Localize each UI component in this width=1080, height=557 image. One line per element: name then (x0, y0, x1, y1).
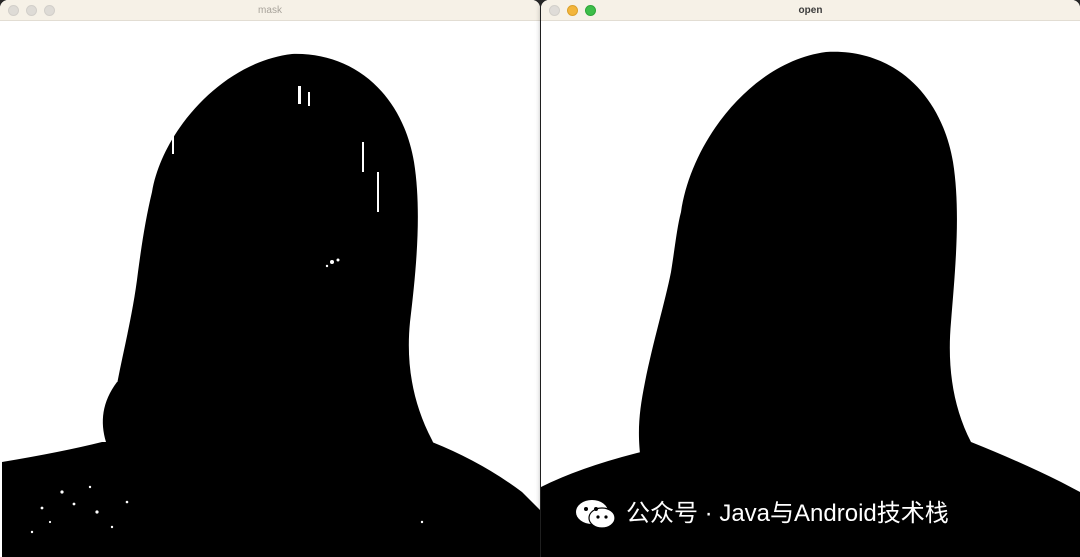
open-image (541, 22, 1080, 557)
wechat-icon (576, 500, 616, 529)
watermark: 公众号 · Java与Android技术栈 (574, 498, 949, 530)
open-window-titlebar[interactable]: open (541, 0, 1080, 21)
mask-image (2, 22, 540, 557)
mask-window-titlebar[interactable]: mask (0, 0, 540, 21)
watermark-text: 公众号 · Java与Android技术栈 (626, 500, 949, 527)
open-silhouette (541, 22, 1080, 557)
mask-window[interactable]: mask (0, 0, 540, 557)
mask-silhouette (2, 22, 540, 557)
window-title: open (798, 5, 823, 16)
desktop: mask open 公众号 · Java与Android技术栈 (0, 0, 1080, 557)
window-title: mask (258, 5, 282, 16)
open-window[interactable]: open (541, 0, 1080, 557)
